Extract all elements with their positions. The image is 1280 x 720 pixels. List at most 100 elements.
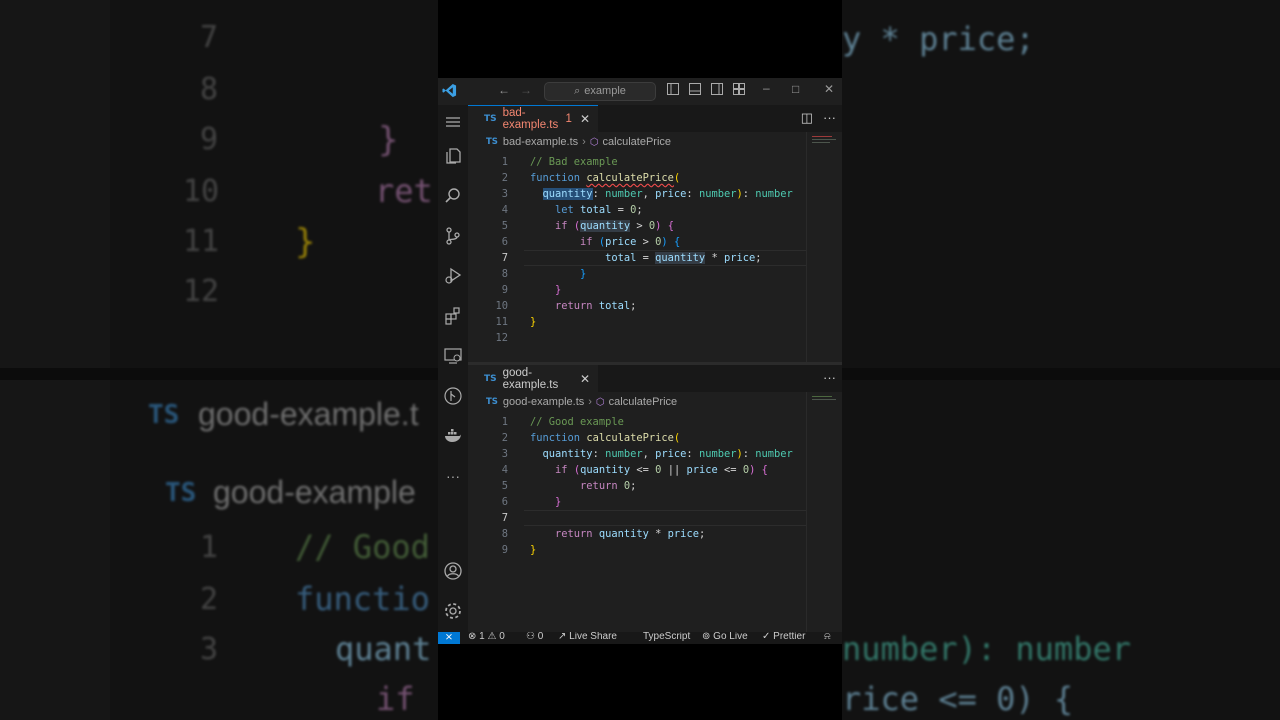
remote-indicator-icon[interactable]: ⨯: [438, 632, 460, 644]
maximize-icon[interactable]: □: [792, 82, 799, 96]
docker-icon[interactable]: [442, 425, 464, 447]
code-line: 11}: [468, 314, 802, 330]
typescript-file-icon: TS: [484, 373, 497, 384]
minimap-line: [812, 142, 830, 143]
language-mode[interactable]: TypeScript: [643, 632, 690, 642]
line-number: 4: [501, 464, 508, 476]
bg-code: }: [378, 120, 399, 160]
code-line: 3 quantity: number, price: number): numb…: [468, 186, 802, 202]
code-line: 9 }: [468, 282, 802, 298]
line-number: 2: [501, 172, 508, 184]
close-window-icon[interactable]: ✕: [824, 82, 834, 96]
run-debug-icon[interactable]: [442, 265, 464, 287]
bg-code: ret: [375, 172, 433, 210]
live-share-button[interactable]: ↗ Live Share: [558, 632, 617, 642]
code-line: 10 return total;: [468, 298, 802, 314]
background-right-blur: y * price; number): number rice <= 0) {: [842, 0, 1280, 720]
breadcrumb-file[interactable]: good-example.ts: [503, 396, 584, 408]
tab-strip: TS bad-example.ts 1 ✕ ◫ ···: [468, 105, 842, 132]
typescript-file-icon: TS: [486, 137, 498, 147]
background-left-blur: 7 8 9 10 11 12 } ret } TS good-example.t…: [0, 0, 438, 720]
git-graph-icon[interactable]: [442, 385, 464, 407]
line-number: 12: [495, 332, 508, 344]
close-tab-icon[interactable]: ✕: [580, 372, 590, 386]
explorer-icon[interactable]: [442, 145, 464, 167]
bg-code: functio: [295, 580, 430, 618]
symbol-method-icon: ⬡: [595, 396, 605, 408]
bg-split: [0, 368, 438, 380]
code-area[interactable]: 1// Good example 2 function calculatePric…: [468, 414, 832, 558]
toggle-secondary-sidebar-icon[interactable]: [711, 83, 723, 98]
bg-code: if: [376, 680, 415, 718]
breadcrumb-symbol[interactable]: calculatePrice: [603, 136, 671, 148]
line-number: 7: [501, 252, 508, 264]
bg-split: [842, 368, 1280, 380]
more-actions-icon[interactable]: ···: [823, 370, 836, 385]
bg-line-number: 11: [183, 224, 220, 259]
minimap-line: [812, 139, 836, 140]
warning-icon: ⚠: [487, 632, 497, 642]
settings-gear-icon[interactable]: [442, 600, 464, 622]
line-number: 9: [501, 284, 508, 296]
vscode-window: ← → ⌕ example – □ ✕ ··· TS bad-example.t…: [438, 78, 842, 644]
minimap[interactable]: [806, 392, 842, 632]
bg-crumb: good-example: [213, 474, 416, 510]
line-number: 2: [501, 432, 508, 444]
more-actions-icon[interactable]: ···: [823, 110, 836, 126]
error-icon: ⊗: [468, 632, 477, 642]
line-number: 11: [495, 316, 508, 328]
line-number: 8: [501, 528, 508, 540]
line-number: 6: [501, 496, 508, 508]
error-count: 1: [479, 632, 485, 642]
menu-icon[interactable]: [442, 111, 464, 133]
bg-line-number: 7: [200, 20, 219, 55]
code-line: 2 function calculatePrice(: [468, 430, 802, 446]
ports-indicator[interactable]: ⚇ 0: [526, 632, 543, 642]
command-center-search[interactable]: ⌕ example: [544, 82, 656, 101]
minimize-icon[interactable]: –: [763, 81, 770, 95]
check-icon: ✓: [762, 632, 771, 642]
breadcrumb: TS good-example.ts › ⬡ calculatePrice: [486, 393, 677, 411]
remote-explorer-icon[interactable]: [442, 345, 464, 367]
chevron-right-icon: ›: [582, 136, 586, 148]
notifications-bell-icon[interactable]: ⍾: [824, 632, 831, 642]
breadcrumb-file[interactable]: bad-example.ts: [503, 136, 578, 148]
code-line: 5 if (quantity > 0) {: [468, 218, 802, 234]
close-tab-icon[interactable]: ✕: [580, 112, 590, 126]
prettier-button[interactable]: ✓ Prettier: [762, 632, 805, 642]
line-number: 4: [501, 204, 508, 216]
more-icon[interactable]: ···: [442, 465, 464, 487]
forward-arrow-icon[interactable]: →: [520, 83, 532, 97]
tab-good-example[interactable]: TS good-example.ts ✕: [468, 365, 598, 392]
search-icon[interactable]: [442, 185, 464, 207]
problems-indicator[interactable]: ⊗ 1 ⚠ 0: [468, 632, 505, 642]
toggle-panel-icon[interactable]: [689, 83, 701, 98]
minimap[interactable]: [806, 132, 842, 363]
code-line: 3 quantity: number, price: number): numb…: [468, 446, 802, 462]
breadcrumb-symbol[interactable]: calculatePrice: [609, 396, 677, 408]
go-live-button[interactable]: ⊚ Go Live: [702, 632, 748, 642]
bg-line-number: 2: [200, 582, 219, 617]
account-icon[interactable]: [442, 560, 464, 582]
broadcast-icon: ⊚: [702, 632, 711, 642]
live-share-label: Live Share: [569, 632, 617, 642]
bg-line-number: 8: [200, 72, 219, 107]
tab-label: good-example.ts: [502, 366, 559, 391]
editor-group-bottom: TS good-example.ts ✕ ··· TS good-example…: [468, 365, 842, 632]
tab-bad-example[interactable]: TS bad-example.ts 1 ✕: [468, 105, 598, 132]
extensions-icon[interactable]: [442, 305, 464, 327]
ports-count: 0: [537, 632, 544, 642]
split-editor-icon[interactable]: ◫: [801, 110, 813, 126]
customize-layout-icon[interactable]: [733, 83, 745, 98]
toggle-sidebar-icon[interactable]: [667, 83, 679, 98]
editor-actions: ···: [823, 370, 836, 385]
bg-line-number: 1: [200, 530, 219, 565]
editor-actions: ◫ ···: [801, 110, 836, 126]
activity-bar: ···: [438, 105, 468, 632]
bg-line-number: 3: [200, 632, 219, 667]
line-number: 1: [501, 416, 508, 428]
source-control-icon[interactable]: [442, 225, 464, 247]
code-area[interactable]: 1// Bad example 2 function calculatePrice…: [468, 154, 832, 346]
back-arrow-icon[interactable]: ←: [498, 83, 510, 97]
search-placeholder: example: [584, 85, 626, 97]
